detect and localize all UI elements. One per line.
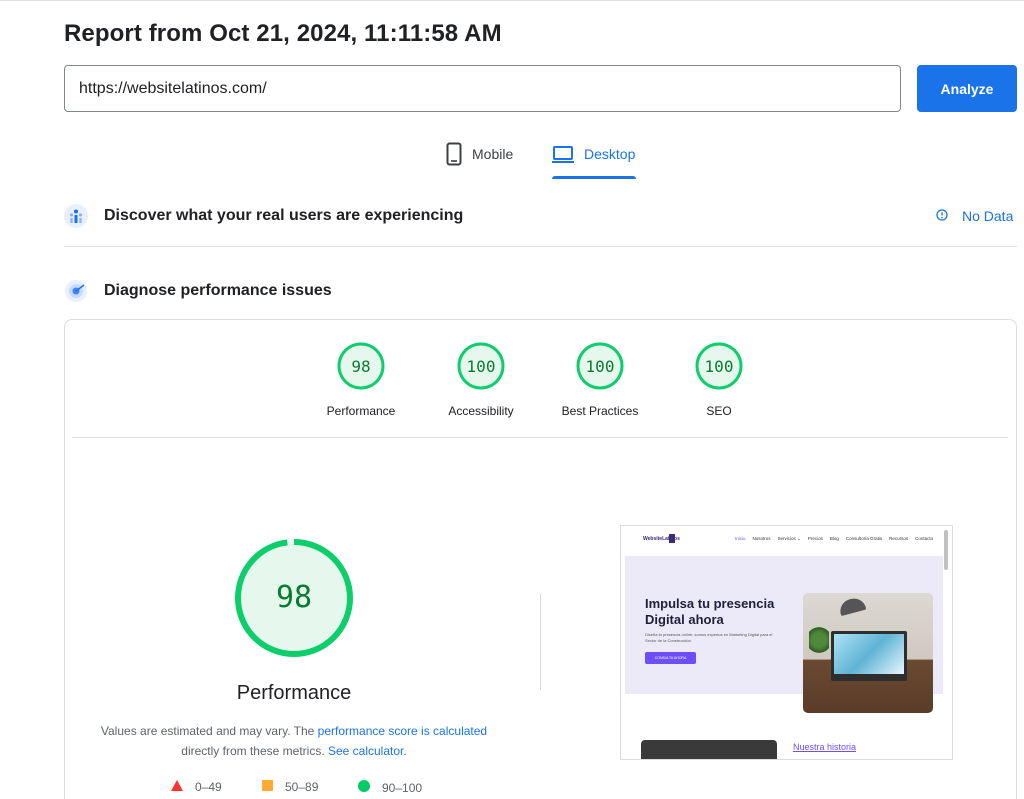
score-value: 98 [351,357,370,376]
thumbnail-menu-item: Recursos [889,536,909,541]
desc-text-2: directly from these metrics. [181,744,328,758]
analyze-button[interactable]: Analyze [917,65,1017,112]
orange-square-icon [262,780,273,794]
performance-gauge: 98 [235,539,353,657]
page-screenshot-thumbnail[interactable]: WebsiteLatinos Inicio Nosotros Servicios… [620,525,953,760]
thumbnail-menu-item: Precios [807,536,823,541]
legend-range: 90–100 [382,780,423,795]
gauge-ring: 98 [337,342,385,390]
top-border [0,0,1024,1]
info-icon [936,208,948,224]
no-data-link[interactable]: No Data [936,208,1013,224]
score-gauge-seo[interactable]: 100 SEO [654,342,784,418]
panel-divider [72,437,1008,438]
thumbnail-logo-mark [669,534,675,543]
legend-fail: 0–49 [171,780,222,794]
gauge-ring: 100 [457,342,505,390]
tab-mobile[interactable]: Mobile [446,142,513,178]
url-input[interactable] [64,65,901,112]
users-data-icon [64,204,88,228]
tab-mobile-label: Mobile [472,146,514,162]
tab-desktop[interactable]: Desktop [552,142,635,178]
gauge-ring: 100 [576,342,624,390]
radar-icon [64,279,88,303]
thumbnail-menu-item: Nosotros [752,536,771,541]
red-triangle-icon [171,780,183,794]
see-calculator-link[interactable]: See calculator. [328,744,407,758]
score-label: Best Practices [561,404,639,418]
legend-range: 50–89 [285,780,319,794]
thumbnail-hero: Impulsa tu presencia Digital ahora Diseña… [625,556,943,713]
score-value: 100 [586,357,615,376]
green-circle-icon [358,780,370,795]
field-data-title: Discover what your real users are experi… [104,207,464,224]
thumbnail-cta: CONSULTA AHORA [645,652,696,664]
thumbnail-scrollbar [944,530,948,570]
score-gauge-accessibility[interactable]: 100 Accessibility [416,342,546,418]
gauge-ring: 100 [695,342,743,390]
report-title: Report from Oct 21, 2024, 11:11:58 AM [64,20,502,47]
thumbnail-desk-image [803,593,933,713]
legend-average: 50–89 [262,780,318,794]
laptop-icon [552,142,574,166]
score-label: Accessibility [448,404,514,418]
thumbnail-story-link: Nuestra historia [793,742,857,752]
thumbnail-menu-item: Inicio [735,536,746,541]
lamp-shape [837,595,867,617]
thumbnail-body: Diseña tu presencia online, somos expert… [645,632,773,643]
thumbnail-menu-item: Contacto [915,536,934,541]
score-calculated-link[interactable]: performance score is calculated [318,724,487,738]
lab-data-title: Diagnose performance issues [104,282,332,299]
tab-selected-indicator [552,176,636,179]
legend-range: 0–49 [195,780,222,794]
score-gauge-best-practices[interactable]: 100 Best Practices [535,342,665,418]
legend-pass: 90–100 [358,780,422,795]
thumbnail-bottom-image [641,740,777,759]
score-label: SEO [706,404,732,418]
performance-title: Performance [236,682,352,704]
performance-score: 98 [276,580,312,615]
section-divider [64,246,1017,247]
score-value: 100 [705,357,734,376]
field-data-header: Discover what your real users are experi… [64,204,463,228]
thumbnail-menu-item: Servicios ⌄ [777,536,801,541]
desc-text: Values are estimated and may vary. The [100,724,318,738]
score-gauge-performance[interactable]: 98 Performance [296,342,426,418]
score-label: Performance [326,404,396,418]
monitor-shape [831,631,907,681]
thumbnail-menu: Inicio Nosotros Servicios ⌄ Precios Blog… [735,536,933,542]
phone-icon [446,142,462,166]
score-value: 100 [467,357,496,376]
plant-shape [809,625,829,655]
thumbnail-menu-item: Blog [829,536,839,541]
thumbnail-menu-item: Consultoría Gratis [845,536,883,541]
thumbnail-nav: WebsiteLatinos Inicio Nosotros Servicios… [621,526,943,556]
vertical-divider [540,594,541,690]
no-data-label: No Data [962,208,1014,224]
performance-description: Values are estimated and may vary. The p… [94,721,494,761]
thumbnail-headline: Impulsa tu presencia Digital ahora [645,596,775,627]
tab-desktop-label: Desktop [584,146,636,162]
lab-data-header: Diagnose performance issues [64,279,332,303]
